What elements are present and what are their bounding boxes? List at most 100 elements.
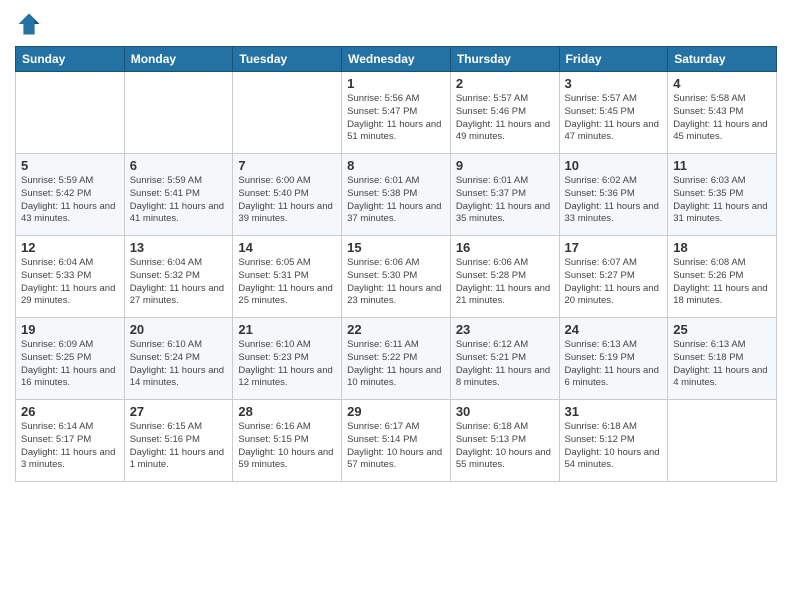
calendar-cell: 20 Sunrise: 6:10 AM Sunset: 5:24 PM Dayli…	[124, 318, 233, 400]
weekday-header-saturday: Saturday	[668, 47, 777, 72]
day-number: 22	[347, 322, 445, 337]
header	[15, 10, 777, 38]
logo-icon	[15, 10, 43, 38]
day-info: Sunrise: 6:10 AM Sunset: 5:23 PM Dayligh…	[238, 339, 336, 390]
day-number: 15	[347, 240, 445, 255]
day-info: Sunrise: 6:02 AM Sunset: 5:36 PM Dayligh…	[565, 175, 663, 226]
day-number: 29	[347, 404, 445, 419]
calendar-week-5: 26 Sunrise: 6:14 AM Sunset: 5:17 PM Dayli…	[16, 400, 777, 482]
calendar-cell: 2 Sunrise: 5:57 AM Sunset: 5:46 PM Daylig…	[450, 72, 559, 154]
day-number: 25	[673, 322, 771, 337]
calendar-week-3: 12 Sunrise: 6:04 AM Sunset: 5:33 PM Dayli…	[16, 236, 777, 318]
day-number: 27	[130, 404, 228, 419]
calendar-cell: 25 Sunrise: 6:13 AM Sunset: 5:18 PM Dayli…	[668, 318, 777, 400]
day-info: Sunrise: 5:57 AM Sunset: 5:46 PM Dayligh…	[456, 93, 554, 144]
calendar-cell: 21 Sunrise: 6:10 AM Sunset: 5:23 PM Dayli…	[233, 318, 342, 400]
day-info: Sunrise: 6:16 AM Sunset: 5:15 PM Dayligh…	[238, 421, 336, 472]
day-info: Sunrise: 6:08 AM Sunset: 5:26 PM Dayligh…	[673, 257, 771, 308]
day-info: Sunrise: 6:06 AM Sunset: 5:30 PM Dayligh…	[347, 257, 445, 308]
day-number: 21	[238, 322, 336, 337]
calendar-week-2: 5 Sunrise: 5:59 AM Sunset: 5:42 PM Daylig…	[16, 154, 777, 236]
calendar-cell: 26 Sunrise: 6:14 AM Sunset: 5:17 PM Dayli…	[16, 400, 125, 482]
calendar-cell: 5 Sunrise: 5:59 AM Sunset: 5:42 PM Daylig…	[16, 154, 125, 236]
day-number: 8	[347, 158, 445, 173]
day-info: Sunrise: 6:09 AM Sunset: 5:25 PM Dayligh…	[21, 339, 119, 390]
calendar-cell: 28 Sunrise: 6:16 AM Sunset: 5:15 PM Dayli…	[233, 400, 342, 482]
day-number: 19	[21, 322, 119, 337]
calendar-cell: 10Sunrise: 6:02 AM Sunset: 5:36 PM Dayli…	[559, 154, 668, 236]
day-info: Sunrise: 6:06 AM Sunset: 5:28 PM Dayligh…	[456, 257, 554, 308]
day-number: 11	[673, 158, 771, 173]
day-number: 30	[456, 404, 554, 419]
day-number: 3	[565, 76, 663, 91]
calendar-cell: 3 Sunrise: 5:57 AM Sunset: 5:45 PM Daylig…	[559, 72, 668, 154]
day-info: Sunrise: 6:13 AM Sunset: 5:19 PM Dayligh…	[565, 339, 663, 390]
calendar-cell	[124, 72, 233, 154]
calendar-cell: 31Sunrise: 6:18 AM Sunset: 5:12 PM Dayli…	[559, 400, 668, 482]
calendar-cell: 12 Sunrise: 6:04 AM Sunset: 5:33 PM Dayli…	[16, 236, 125, 318]
calendar-cell: 16Sunrise: 6:06 AM Sunset: 5:28 PM Dayli…	[450, 236, 559, 318]
calendar-cell: 7 Sunrise: 6:00 AM Sunset: 5:40 PM Daylig…	[233, 154, 342, 236]
day-info: Sunrise: 6:12 AM Sunset: 5:21 PM Dayligh…	[456, 339, 554, 390]
calendar-cell: 11 Sunrise: 6:03 AM Sunset: 5:35 PM Dayli…	[668, 154, 777, 236]
day-info: Sunrise: 5:58 AM Sunset: 5:43 PM Dayligh…	[673, 93, 771, 144]
calendar-cell: 22 Sunrise: 6:11 AM Sunset: 5:22 PM Dayli…	[342, 318, 451, 400]
calendar-cell: 9Sunrise: 6:01 AM Sunset: 5:37 PM Daylig…	[450, 154, 559, 236]
weekday-header-thursday: Thursday	[450, 47, 559, 72]
day-info: Sunrise: 6:01 AM Sunset: 5:38 PM Dayligh…	[347, 175, 445, 226]
weekday-header-tuesday: Tuesday	[233, 47, 342, 72]
day-info: Sunrise: 6:14 AM Sunset: 5:17 PM Dayligh…	[21, 421, 119, 472]
calendar-cell: 15 Sunrise: 6:06 AM Sunset: 5:30 PM Dayli…	[342, 236, 451, 318]
calendar-cell: 6 Sunrise: 5:59 AM Sunset: 5:41 PM Daylig…	[124, 154, 233, 236]
day-number: 28	[238, 404, 336, 419]
calendar-cell	[233, 72, 342, 154]
calendar-cell: 18 Sunrise: 6:08 AM Sunset: 5:26 PM Dayli…	[668, 236, 777, 318]
day-info: Sunrise: 6:13 AM Sunset: 5:18 PM Dayligh…	[673, 339, 771, 390]
calendar-cell: 17 Sunrise: 6:07 AM Sunset: 5:27 PM Dayli…	[559, 236, 668, 318]
weekday-header-friday: Friday	[559, 47, 668, 72]
day-number: 17	[565, 240, 663, 255]
calendar-cell: 14Sunrise: 6:05 AM Sunset: 5:31 PM Dayli…	[233, 236, 342, 318]
day-number: 23	[456, 322, 554, 337]
day-info: Sunrise: 6:04 AM Sunset: 5:33 PM Dayligh…	[21, 257, 119, 308]
calendar-cell: 13Sunrise: 6:04 AM Sunset: 5:32 PM Dayli…	[124, 236, 233, 318]
day-info: Sunrise: 6:00 AM Sunset: 5:40 PM Dayligh…	[238, 175, 336, 226]
day-info: Sunrise: 6:17 AM Sunset: 5:14 PM Dayligh…	[347, 421, 445, 472]
day-number: 31	[565, 404, 663, 419]
day-number: 26	[21, 404, 119, 419]
calendar-cell: 4 Sunrise: 5:58 AM Sunset: 5:43 PM Daylig…	[668, 72, 777, 154]
calendar-cell: 19 Sunrise: 6:09 AM Sunset: 5:25 PM Dayli…	[16, 318, 125, 400]
calendar-week-1: 1Sunrise: 5:56 AM Sunset: 5:47 PM Daylig…	[16, 72, 777, 154]
calendar-cell: 23 Sunrise: 6:12 AM Sunset: 5:21 PM Dayli…	[450, 318, 559, 400]
day-number: 5	[21, 158, 119, 173]
day-number: 4	[673, 76, 771, 91]
day-number: 13	[130, 240, 228, 255]
page: SundayMondayTuesdayWednesdayThursdayFrid…	[0, 0, 792, 612]
day-number: 7	[238, 158, 336, 173]
day-number: 6	[130, 158, 228, 173]
day-info: Sunrise: 6:07 AM Sunset: 5:27 PM Dayligh…	[565, 257, 663, 308]
calendar-cell: 1Sunrise: 5:56 AM Sunset: 5:47 PM Daylig…	[342, 72, 451, 154]
calendar-cell: 8 Sunrise: 6:01 AM Sunset: 5:38 PM Daylig…	[342, 154, 451, 236]
day-info: Sunrise: 5:56 AM Sunset: 5:47 PM Dayligh…	[347, 93, 445, 144]
calendar-cell: 29 Sunrise: 6:17 AM Sunset: 5:14 PM Dayli…	[342, 400, 451, 482]
calendar-cell: 27Sunrise: 6:15 AM Sunset: 5:16 PM Dayli…	[124, 400, 233, 482]
day-info: Sunrise: 6:18 AM Sunset: 5:13 PM Dayligh…	[456, 421, 554, 472]
day-number: 12	[21, 240, 119, 255]
day-info: Sunrise: 5:59 AM Sunset: 5:42 PM Dayligh…	[21, 175, 119, 226]
calendar-cell	[668, 400, 777, 482]
day-info: Sunrise: 5:57 AM Sunset: 5:45 PM Dayligh…	[565, 93, 663, 144]
day-info: Sunrise: 6:10 AM Sunset: 5:24 PM Dayligh…	[130, 339, 228, 390]
day-info: Sunrise: 6:01 AM Sunset: 5:37 PM Dayligh…	[456, 175, 554, 226]
weekday-header-wednesday: Wednesday	[342, 47, 451, 72]
day-number: 18	[673, 240, 771, 255]
day-info: Sunrise: 6:11 AM Sunset: 5:22 PM Dayligh…	[347, 339, 445, 390]
day-number: 2	[456, 76, 554, 91]
calendar-cell: 24Sunrise: 6:13 AM Sunset: 5:19 PM Dayli…	[559, 318, 668, 400]
day-info: Sunrise: 5:59 AM Sunset: 5:41 PM Dayligh…	[130, 175, 228, 226]
weekday-header-monday: Monday	[124, 47, 233, 72]
day-info: Sunrise: 6:03 AM Sunset: 5:35 PM Dayligh…	[673, 175, 771, 226]
calendar-week-4: 19 Sunrise: 6:09 AM Sunset: 5:25 PM Dayli…	[16, 318, 777, 400]
day-number: 20	[130, 322, 228, 337]
day-info: Sunrise: 6:05 AM Sunset: 5:31 PM Dayligh…	[238, 257, 336, 308]
